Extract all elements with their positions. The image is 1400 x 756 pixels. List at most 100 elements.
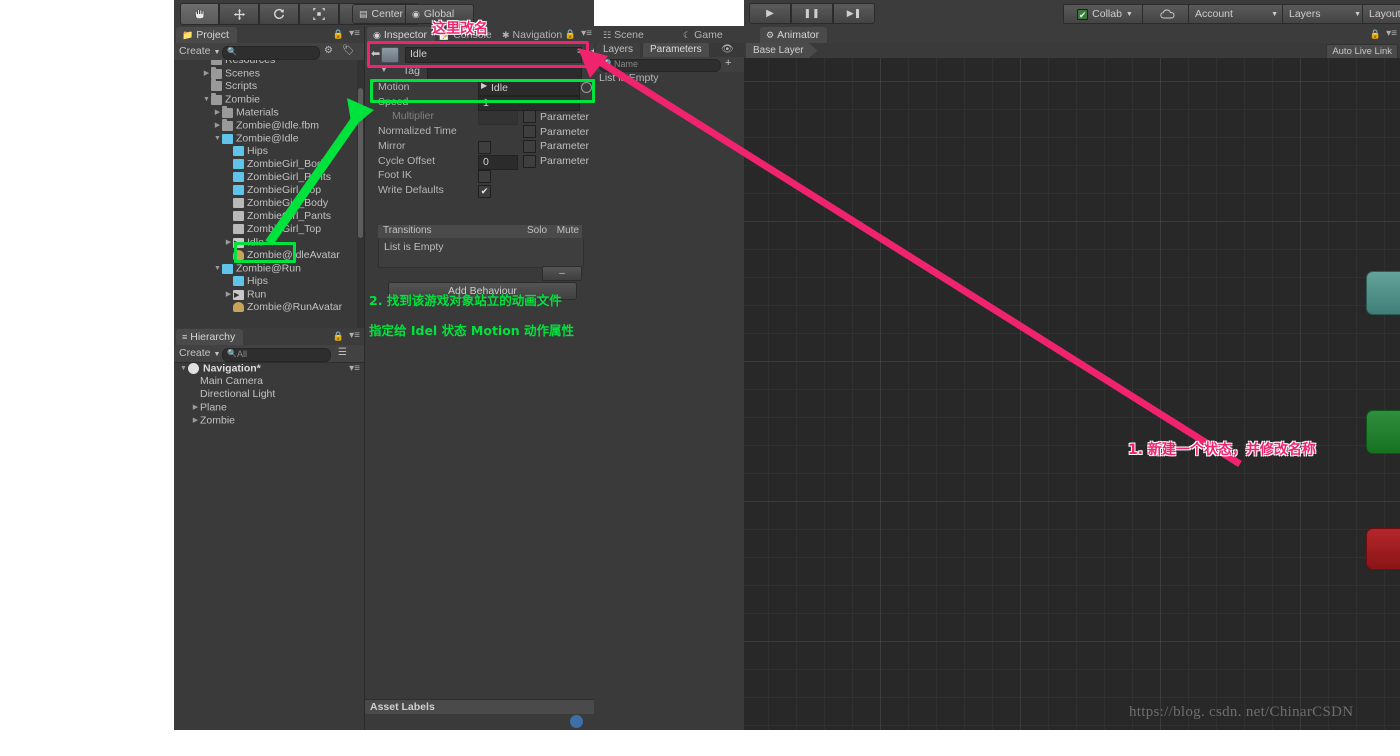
parameter-checkbox[interactable]	[523, 154, 536, 168]
auto-live-link-button[interactable]: Auto Live Link	[1326, 44, 1398, 59]
project-tree-item[interactable]: ZombieGirl_Body	[174, 197, 357, 210]
inspector-parameter-toggle[interactable]: Parameter	[523, 154, 589, 168]
transitions-body[interactable]: List is Empty	[378, 238, 584, 268]
inspector-field-input[interactable]	[478, 110, 518, 126]
project-tree-item[interactable]: ▶ Run	[174, 288, 357, 301]
subtab-parameters[interactable]: Parameters	[643, 43, 709, 57]
account-button[interactable]: Account ▼	[1188, 4, 1285, 24]
tree-twisty-icon[interactable]: ▼	[213, 262, 222, 275]
hierarchy-sort-icon[interactable]: ☰	[338, 347, 347, 358]
project-tree-item[interactable]: ZombieGirl_Top	[174, 184, 357, 197]
project-tree-item[interactable]: Hips	[174, 275, 357, 288]
project-tree-item[interactable]: ▶ Materials	[174, 105, 357, 119]
tree-twisty-icon[interactable]: ▶	[191, 414, 200, 427]
parameter-checkbox[interactable]	[523, 125, 536, 139]
breadcrumb[interactable]: Base Layer	[746, 43, 818, 58]
project-filter-icon[interactable]: ⚙	[324, 45, 333, 56]
inspector-menu-icon[interactable]: ▾≡	[581, 28, 592, 39]
tab-hierarchy[interactable]: ≡ Hierarchy	[176, 329, 244, 345]
move-tool-icon[interactable]	[219, 3, 259, 25]
hand-tool-icon[interactable]	[180, 3, 219, 25]
hierarchy-item[interactable]: ▼ Navigation* ▾≡	[174, 362, 364, 375]
tree-twisty-icon[interactable]: ▼	[213, 132, 222, 145]
hierarchy-menu-icon[interactable]: ▾≡	[349, 330, 360, 341]
asset-labels-bar[interactable]: Asset Labels	[365, 699, 595, 714]
project-tree-item[interactable]: Zombie@RunAvatar	[174, 301, 357, 314]
layers-button[interactable]: Layers ▼	[1282, 4, 1368, 24]
create-menu-button[interactable]: Create ▼	[179, 45, 220, 57]
tree-twisty-icon[interactable]: ▶	[213, 119, 222, 132]
scale-tool-icon[interactable]	[299, 3, 339, 25]
inspector-lock-icon[interactable]: 🔒	[565, 29, 576, 40]
inspector-field-checkbox[interactable]	[478, 184, 491, 198]
project-search-input[interactable]: 🔍	[222, 46, 320, 60]
project-lock-icon[interactable]: 🔒	[333, 29, 344, 40]
project-label-icon[interactable]: 🏷	[342, 45, 355, 56]
hierarchy-search-input[interactable]: 🔍 All	[222, 348, 331, 362]
state-node-exit[interactable]: Exit	[1366, 528, 1400, 570]
asset-label-add-icon[interactable]	[570, 715, 583, 728]
inspector-parameter-toggle[interactable]: Parameter	[523, 139, 589, 153]
tab-scene[interactable]: ☷ Scene	[597, 27, 652, 43]
parameter-checkbox[interactable]	[523, 110, 536, 124]
project-tree-item[interactable]: ZombieGirl_Pants	[174, 171, 357, 184]
project-tree-item[interactable]: Resources	[174, 60, 357, 67]
hierarchy-lock-icon[interactable]: 🔒	[333, 331, 344, 342]
cloud-button[interactable]	[1142, 4, 1193, 24]
project-tree-item[interactable]: ▼ Zombie@Run	[174, 262, 357, 275]
play-button[interactable]: ▶	[749, 3, 791, 24]
pause-button[interactable]: ❚❚	[791, 3, 833, 24]
tree-twisty-icon[interactable]: ▶	[191, 401, 200, 414]
tree-twisty-icon[interactable]: ▼	[202, 93, 211, 106]
project-tree-item[interactable]: ▶ Zombie@Idle.fbm	[174, 118, 357, 132]
tree-twisty-icon[interactable]: ▶	[224, 288, 233, 301]
project-tree-item[interactable]: ZombieGirl_Pants	[174, 210, 357, 223]
transitions-remove-button[interactable]: –	[542, 266, 582, 281]
project-tree-item[interactable]: ZombieGirl_Top	[174, 223, 357, 236]
tree-twisty-icon[interactable]: ▼	[179, 362, 188, 375]
state-node-entry[interactable]: Entry	[1366, 410, 1400, 454]
project-menu-icon[interactable]: ▾≡	[349, 28, 360, 39]
add-parameter-button[interactable]: +	[725, 57, 731, 69]
hierarchy-tree[interactable]: ▼ Navigation* ▾≡ Main Camera Directional Lig…	[174, 362, 364, 730]
tab-animator[interactable]: ⚙ Animator	[760, 27, 828, 43]
project-scrollbar-thumb[interactable]	[358, 88, 363, 238]
tree-twisty-icon[interactable]: ▶	[202, 67, 211, 80]
project-tree-item[interactable]: Scripts	[174, 79, 357, 93]
step-button[interactable]: ▶❚	[833, 3, 875, 24]
tab-project[interactable]: 📁 Project	[176, 27, 237, 43]
hierarchy-item[interactable]: ▶ Zombie	[174, 414, 364, 427]
tree-twisty-icon[interactable]: ▶	[213, 106, 222, 119]
rotate-tool-icon[interactable]	[259, 3, 299, 25]
parameter-search-input[interactable]: 🔍 Name	[599, 59, 721, 72]
parameter-checkbox[interactable]	[523, 139, 536, 153]
hierarchy-scene-menu-icon[interactable]: ▾≡	[349, 362, 360, 375]
tab-game[interactable]: ☾ Game	[677, 27, 731, 43]
project-tree-item[interactable]: ▶ Scenes	[174, 66, 357, 80]
inspector-field-input[interactable]: 0	[478, 154, 518, 170]
inspector-field-checkbox[interactable]	[478, 140, 491, 154]
inspector-parameter-toggle[interactable]: Parameter	[523, 110, 589, 124]
project-tree[interactable]: Resources ▶ Scenes Scripts ▼ Zombie ▶ Materials…	[174, 60, 357, 328]
state-node-any[interactable]: Any State	[1366, 271, 1400, 315]
project-tree-item[interactable]: ZombieGirl_Body	[174, 158, 357, 171]
hierarchy-item[interactable]: ▶ Plane	[174, 401, 364, 414]
animator-menu-icon[interactable]: ▾≡	[1386, 28, 1397, 39]
project-tree-item[interactable]: ▼ Zombie	[174, 92, 357, 106]
project-tree-item[interactable]: ▼ Zombie@Idle	[174, 132, 357, 145]
eye-icon[interactable]: 👁	[721, 44, 734, 55]
project-scrollbar[interactable]	[357, 60, 364, 328]
hierarchy-create-button[interactable]: Create ▼	[179, 347, 220, 359]
inspector-parameter-toggle[interactable]: Parameter	[523, 125, 589, 139]
hierarchy-item[interactable]: Main Camera	[174, 375, 364, 388]
project-tree-item[interactable]: Hips	[174, 145, 357, 158]
inspector-field-checkbox[interactable]	[478, 170, 491, 184]
tree-twisty-icon[interactable]: ▶	[224, 236, 233, 249]
animator-graph-canvas[interactable]	[744, 58, 1400, 730]
playback-controls[interactable]: ▶ ❚❚ ▶❚	[749, 3, 875, 24]
collab-button[interactable]: Collab ▼	[1063, 4, 1147, 24]
animator-lock-icon[interactable]: 🔒	[1370, 29, 1381, 40]
subtab-layers[interactable]: Layers	[596, 43, 641, 57]
hierarchy-item[interactable]: Directional Light	[174, 388, 364, 401]
layout-button[interactable]: Layout ▼	[1362, 4, 1400, 24]
